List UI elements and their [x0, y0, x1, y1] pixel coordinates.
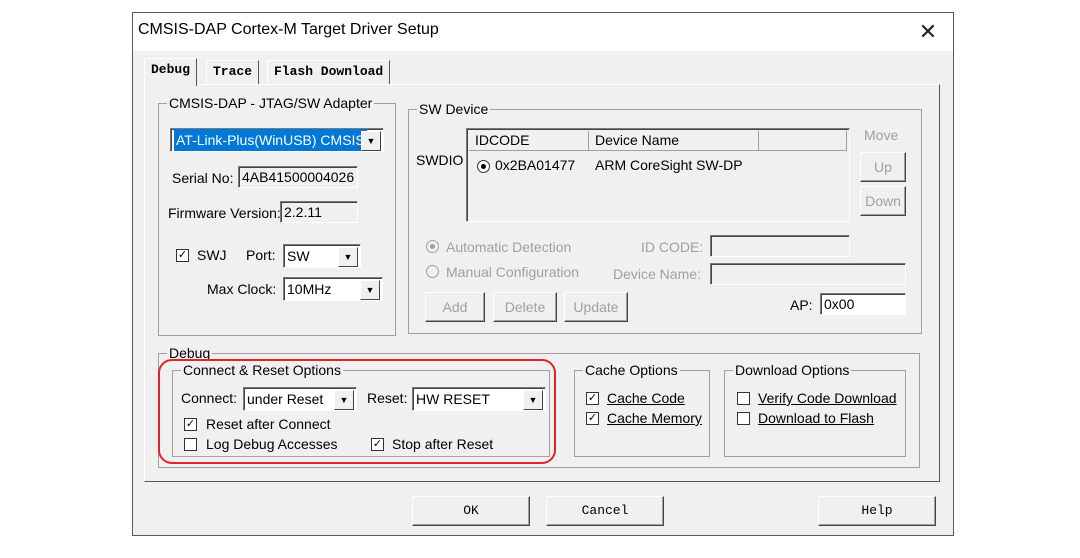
firmware-label: Firmware Version: — [168, 205, 281, 221]
ok-button[interactable]: OK — [412, 496, 530, 526]
update-button[interactable]: Update — [564, 292, 628, 322]
swdio-label: SWDIO — [416, 152, 464, 168]
port-select-value: SW — [287, 248, 310, 264]
table-row[interactable]: 0x2BA01477 ARM CoreSight SW-DP — [475, 157, 847, 177]
window-title: CMSIS-DAP Cortex-M Target Driver Setup — [138, 21, 439, 38]
port-select[interactable]: SW ▼ — [283, 244, 361, 268]
maxclock-select-value: 10MHz — [287, 281, 332, 297]
chevron-down-icon[interactable]: ▼ — [360, 280, 380, 300]
chevron-down-icon[interactable]: ▼ — [361, 131, 381, 151]
manual-config-radio[interactable] — [426, 265, 439, 278]
idcode-field[interactable] — [710, 235, 850, 257]
ap-label: AP: — [790, 297, 813, 313]
row-select-radio[interactable] — [477, 160, 490, 173]
help-button[interactable]: Help — [818, 496, 936, 526]
idcode-label: ID CODE: — [641, 239, 704, 255]
firmware-field[interactable]: 2.2.11 — [280, 201, 358, 223]
close-icon[interactable]: ✕ — [912, 16, 944, 48]
sw-device-legend: SW Device — [419, 101, 489, 117]
manual-config-label: Manual Configuration — [446, 264, 580, 280]
serial-label: Serial No: — [172, 170, 234, 186]
auto-detect-radio[interactable] — [426, 240, 439, 253]
chevron-down-icon[interactable]: ▼ — [338, 247, 358, 267]
verify-code-checkbox[interactable] — [737, 392, 750, 405]
cache-memory-label: Cache Memory — [607, 410, 702, 426]
swj-label: SWJ — [197, 247, 227, 263]
cache-code-checkbox[interactable]: ✓ — [586, 392, 599, 405]
maxclock-select[interactable]: 10MHz ▼ — [283, 277, 383, 301]
download-flash-checkbox[interactable] — [737, 412, 750, 425]
adapter-select[interactable]: AT-Link-Plus(WinUSB) CMSIS ▼ — [170, 128, 384, 152]
move-label: Move — [864, 127, 899, 143]
tab-flash-download[interactable]: Flash Download — [267, 60, 391, 84]
cache-options-legend: Cache Options — [585, 362, 678, 378]
device-name-field[interactable] — [710, 263, 906, 285]
move-down-button[interactable]: Down — [860, 186, 906, 216]
maxclock-label: Max Clock: — [207, 281, 277, 297]
row-idcode: 0x2BA01477 — [495, 157, 576, 173]
tab-trace[interactable]: Trace — [206, 60, 260, 84]
tab-debug[interactable]: Debug — [144, 58, 198, 86]
ap-field[interactable]: 0x00 — [820, 293, 906, 315]
column-header-device-name[interactable]: Device Name — [589, 131, 759, 151]
swj-checkbox[interactable]: ✓ — [176, 249, 189, 262]
debug-legend: Debug — [169, 345, 211, 361]
auto-detect-label: Automatic Detection — [446, 239, 572, 255]
column-header-empty — [759, 131, 847, 151]
delete-button[interactable]: Delete — [493, 292, 557, 322]
adapter-select-value: AT-Link-Plus(WinUSB) CMSIS — [174, 129, 367, 151]
row-device-name: ARM CoreSight SW-DP — [595, 157, 743, 173]
serial-field[interactable]: 4AB41500004026 — [238, 166, 358, 188]
highlight-annotation — [158, 359, 556, 464]
download-options-legend: Download Options — [735, 362, 850, 378]
device-name-label: Device Name: — [613, 266, 701, 282]
move-up-button[interactable]: Up — [860, 152, 906, 182]
adapter-legend: CMSIS-DAP - JTAG/SW Adapter — [169, 95, 373, 111]
cache-code-label: Cache Code — [607, 390, 685, 406]
verify-code-label: Verify Code Download — [758, 390, 897, 406]
device-list[interactable]: IDCODE Device Name 0x2BA01477 ARM CoreSi… — [466, 128, 850, 222]
download-flash-label: Download to Flash — [758, 410, 874, 426]
cache-memory-checkbox[interactable]: ✓ — [586, 412, 599, 425]
add-button[interactable]: Add — [425, 292, 485, 322]
cancel-button[interactable]: Cancel — [546, 496, 664, 526]
column-header-idcode[interactable]: IDCODE — [469, 131, 589, 151]
port-label: Port: — [246, 247, 276, 263]
